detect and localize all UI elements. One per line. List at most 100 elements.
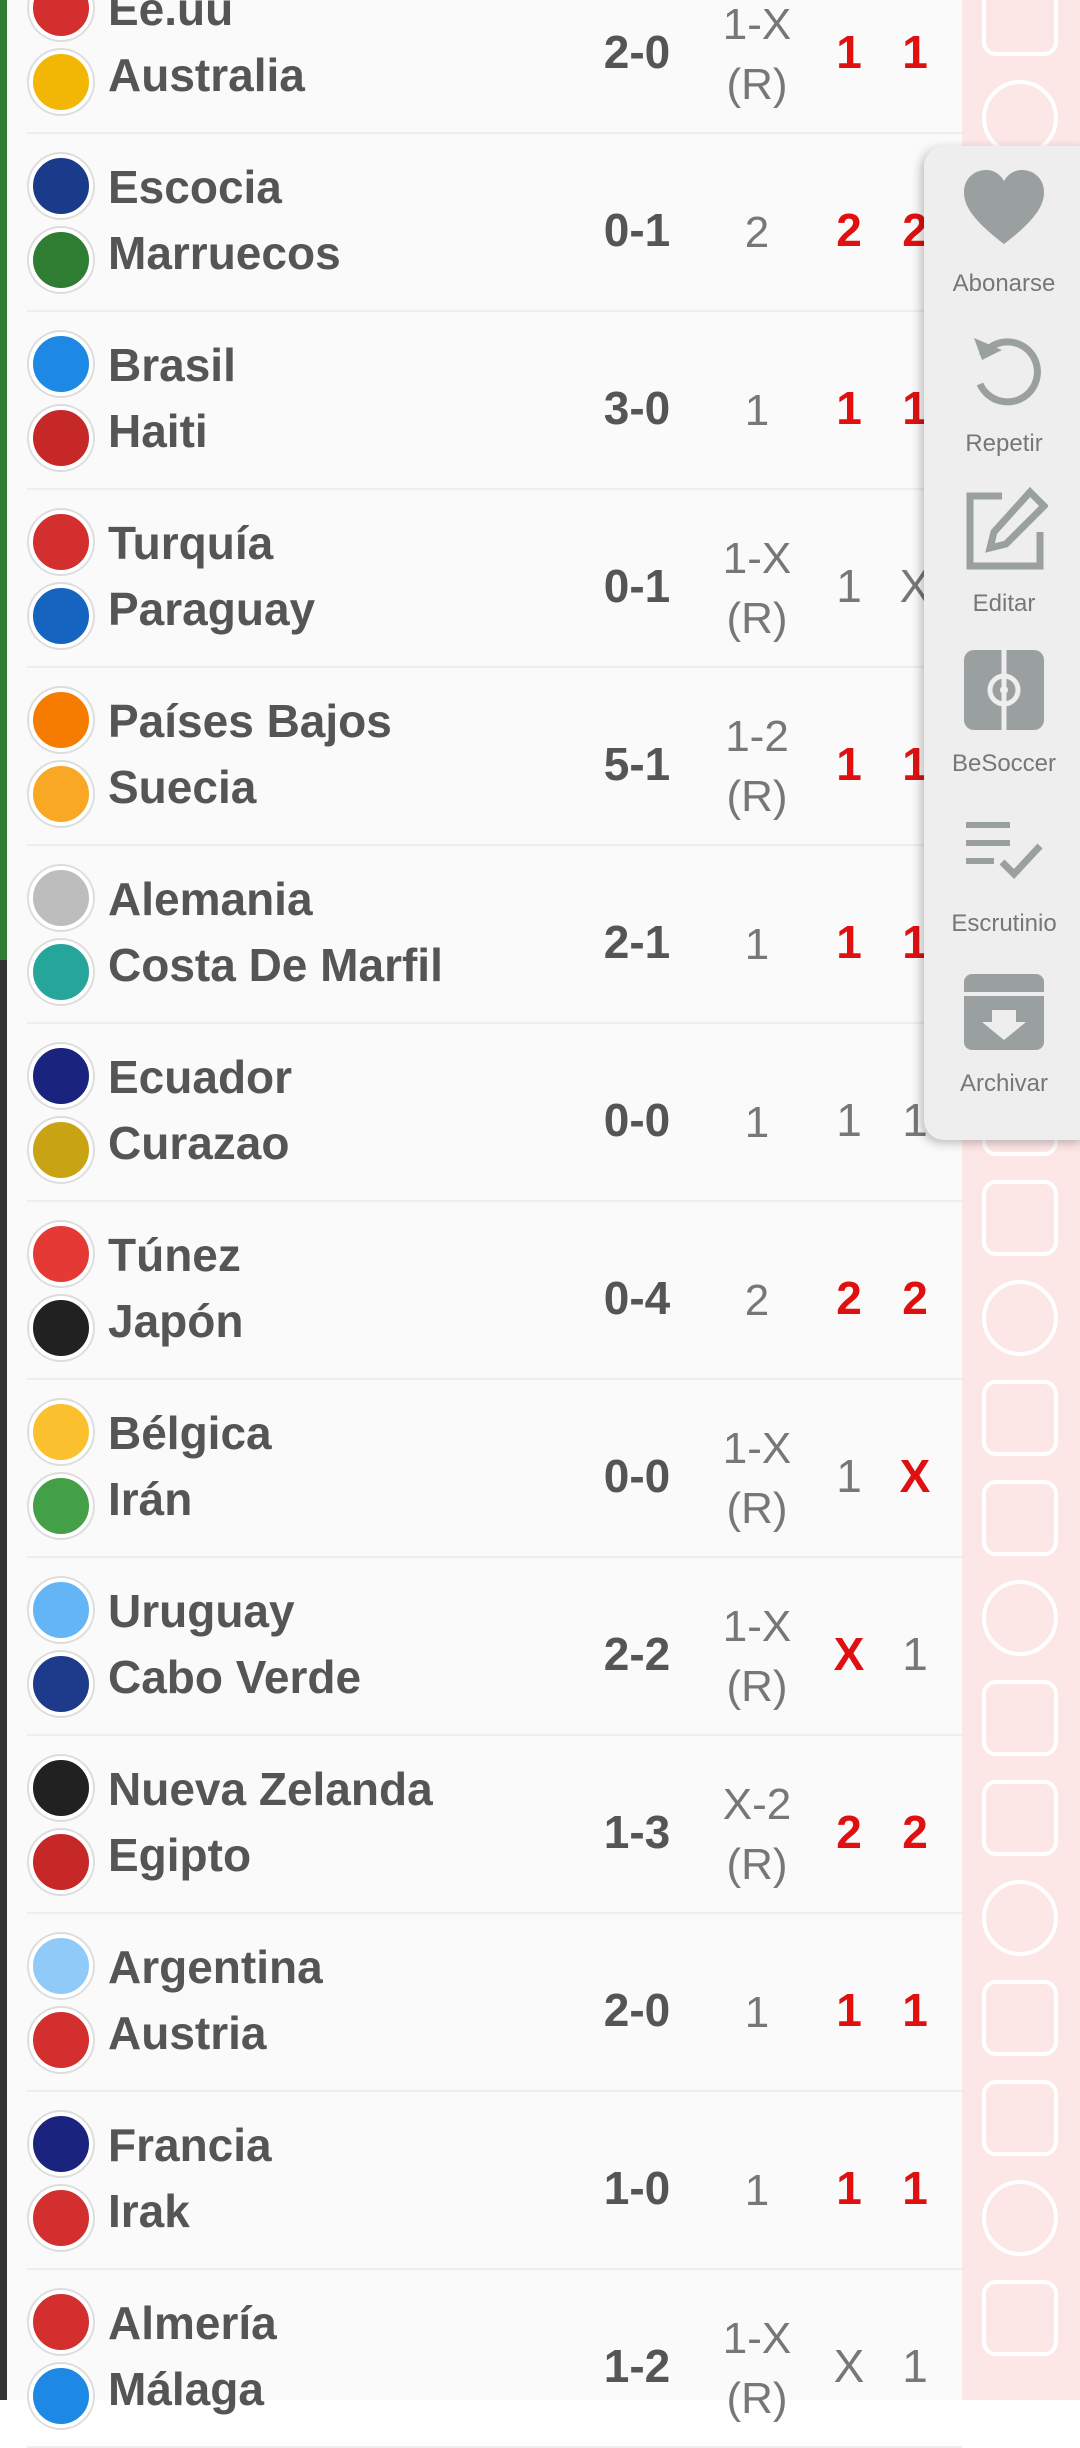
result-column-1: 1 — [836, 560, 862, 612]
match-score: 1-0 — [603, 2162, 671, 2214]
scrutiny-button[interactable]: Escrutinio — [924, 786, 1080, 946]
match-row[interactable]: Brasil Haiti 3-0 1 1 1 — [7, 312, 962, 490]
result-column-2: 1 — [902, 1984, 928, 2036]
match-row[interactable]: Argentina Austria 2-0 1 1 1 — [7, 1914, 962, 2092]
away-team-name: Egipto — [108, 1829, 252, 1881]
home-team-name: Bélgica — [108, 1407, 272, 1459]
match-row[interactable]: Escocia Marruecos 0-1 2 2 2 — [7, 134, 962, 312]
away-team-name: Irak — [108, 2185, 190, 2237]
result-column-1: 1 — [836, 1094, 862, 1146]
away-team-name: Japón — [108, 1295, 244, 1347]
home-team-crest-icon — [29, 688, 93, 752]
pattern-tile — [982, 1280, 1058, 1356]
repeat-button[interactable]: Repetir — [924, 306, 1080, 466]
prediction-sign: 1-X — [722, 1424, 792, 1473]
left-edge-dark — [0, 960, 7, 2400]
match-score: 2-0 — [603, 26, 671, 78]
result-column-2: 1 — [902, 2340, 928, 2392]
pattern-tile — [982, 80, 1058, 156]
match-row[interactable]: Bélgica Irán 0-0 1-X (R) 1 X — [7, 1380, 962, 1558]
result-column-1: 2 — [836, 1806, 862, 1858]
away-team-crest-icon — [29, 762, 93, 826]
match-row[interactable]: Francia Irak 1-0 1 1 1 — [7, 2092, 962, 2270]
prediction-sign: 1-X — [722, 2314, 792, 2363]
home-team-crest-icon — [29, 332, 93, 396]
match-row[interactable]: Almería Málaga 1-2 1-X (R) X 1 — [7, 2270, 962, 2448]
subscribe-button[interactable]: Abonarse — [924, 146, 1080, 306]
pattern-tile — [982, 1480, 1058, 1556]
match-score: 1-2 — [603, 2340, 671, 2392]
away-team-name: Costa De Marfil — [108, 939, 443, 991]
repeat-icon — [974, 338, 1041, 406]
away-team-name: Austria — [108, 2007, 267, 2059]
result-column-2: 1 — [902, 1628, 928, 1680]
result-column-1: 2 — [836, 1272, 862, 1324]
home-team-crest-icon — [29, 1578, 93, 1642]
besoccer-label: BeSoccer — [951, 750, 1057, 777]
besoccer-button[interactable]: BeSoccer — [924, 626, 1080, 786]
result-column-1: 1 — [836, 738, 862, 790]
prediction-note: (R) — [726, 772, 788, 821]
home-team-crest-icon — [29, 0, 93, 40]
edit-icon — [966, 486, 1048, 570]
home-team-crest-icon — [29, 510, 93, 574]
prediction-note: (R) — [726, 1484, 788, 1533]
match-row[interactable]: Nueva Zelanda Egipto 1-3 X-2 (R) 2 2 — [7, 1736, 962, 1914]
scrutiny-label: Escrutinio — [951, 910, 1057, 937]
away-team-name: Australia — [108, 49, 305, 101]
result-column-1: 1 — [836, 382, 862, 434]
result-column-2: 1 — [902, 2162, 928, 2214]
away-team-name: Suecia — [108, 761, 257, 813]
prediction-note: (R) — [726, 594, 788, 643]
pattern-tile — [982, 0, 1058, 56]
home-team-crest-icon — [29, 1400, 93, 1464]
archive-label: Archivar — [959, 1070, 1049, 1097]
pattern-tile — [982, 1980, 1058, 2056]
prediction-note: (R) — [726, 1840, 788, 1889]
prediction-sign: 1-2 — [725, 712, 789, 761]
match-score: 2-2 — [603, 1628, 671, 1680]
prediction-note: (R) — [726, 2374, 788, 2423]
home-team-name: Francia — [108, 2119, 272, 2171]
result-column-1: 2 — [836, 204, 862, 256]
home-team-crest-icon — [29, 2112, 93, 2176]
match-row[interactable]: Ee.uu Australia 2-0 1-X (R) 1 1 — [7, 0, 962, 134]
away-team-crest-icon — [29, 1830, 93, 1894]
match-row[interactable]: Países Bajos Suecia 5-1 1-2 (R) 1 1 — [7, 668, 962, 846]
away-team-crest-icon — [29, 940, 93, 1004]
match-score: 5-1 — [603, 738, 671, 790]
prediction-sign: 1-X — [722, 1602, 792, 1651]
home-team-crest-icon — [29, 1044, 93, 1108]
match-score: 2-0 — [603, 1984, 671, 2036]
home-team-name: Brasil — [108, 339, 236, 391]
besoccer-icon — [964, 650, 1044, 730]
archive-icon — [964, 974, 1044, 1050]
away-team-crest-icon — [29, 228, 93, 292]
result-column-1: 1 — [836, 2162, 862, 2214]
match-row[interactable]: Ecuador Curazao 0-0 1 1 1 — [7, 1024, 962, 1202]
match-row[interactable]: Uruguay Cabo Verde 2-2 1-X (R) X 1 — [7, 1558, 962, 1736]
match-row[interactable]: Alemania Costa De Marfil 2-1 1 1 1 — [7, 846, 962, 1024]
edit-button[interactable]: Editar — [924, 466, 1080, 626]
match-row[interactable]: Turquía Paraguay 0-1 1-X (R) 1 X — [7, 490, 962, 668]
subscribe-label: Abonarse — [952, 270, 1056, 297]
away-team-name: Curazao — [108, 1117, 290, 1169]
archive-button[interactable]: Archivar — [924, 946, 1080, 1106]
away-team-crest-icon — [29, 406, 93, 470]
prediction-sign: 1 — [744, 1988, 770, 2037]
home-team-name: Ecuador — [108, 1051, 293, 1103]
prediction-note: (R) — [726, 1662, 788, 1711]
match-score: 0-4 — [603, 1272, 671, 1324]
match-list[interactable]: Ee.uu Australia 2-0 1-X (R) 1 1 Escocia Marrueco… — [7, 0, 962, 2448]
away-team-name: Paraguay — [108, 583, 316, 635]
match-row[interactable]: Túnez Japón 0-4 2 2 2 — [7, 1202, 962, 1380]
result-column-1: X — [833, 2340, 865, 2392]
home-team-name: Turquía — [108, 517, 274, 569]
pattern-tile — [982, 1680, 1058, 1756]
result-column-2: X — [899, 1450, 931, 1502]
away-team-name: Irán — [108, 1473, 193, 1525]
prediction-sign: 1-X — [722, 0, 792, 49]
prediction-sign: 2 — [744, 1276, 770, 1325]
prediction-sign: X-2 — [722, 1780, 792, 1829]
home-team-crest-icon — [29, 154, 93, 218]
